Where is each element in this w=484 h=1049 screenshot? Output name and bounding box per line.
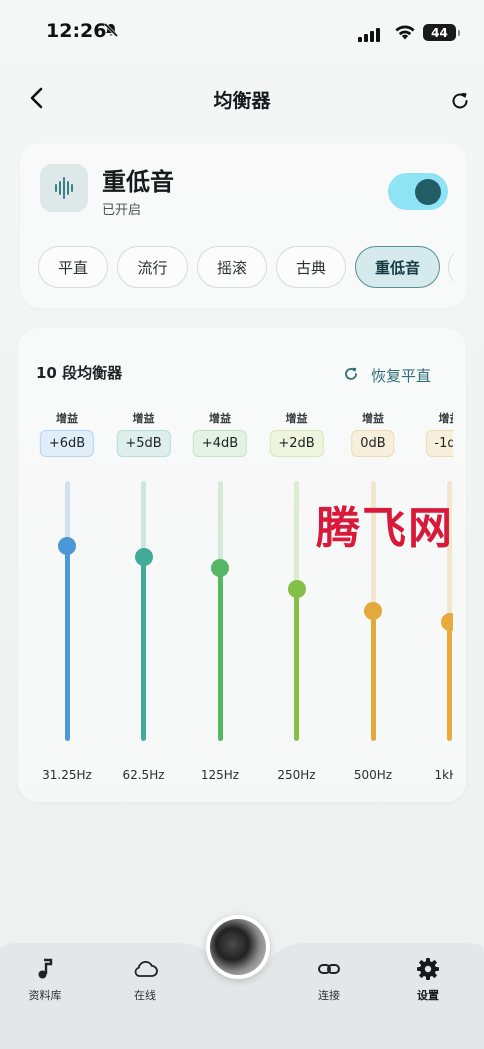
slider-track-inactive (217, 481, 223, 568)
slider-track-active (141, 556, 146, 741)
gain-label: 增益 (56, 412, 78, 425)
album-art (210, 919, 266, 975)
watermark: 腾飞网 (316, 503, 454, 554)
tab-library[interactable]: 资料库 (10, 957, 80, 1003)
preset-chip-label: 平直 (57, 258, 88, 277)
gain-label: 增益 (285, 412, 308, 425)
battery-indicator: 44 (423, 24, 460, 41)
preset-chip-label: 流行 (137, 258, 168, 277)
equalizer-toggle[interactable] (388, 173, 448, 210)
gain-label: 增益 (362, 412, 384, 425)
slider-track-active (294, 589, 299, 741)
now-playing-disc[interactable] (206, 915, 270, 979)
slider-track-active (370, 611, 376, 741)
eq-band-1kHz: 增益 -1dB 1kHz (415, 400, 454, 790)
music-note-icon (10, 957, 80, 981)
preset-chip-rock[interactable]: 摇滚 (197, 246, 267, 288)
preset-chip-classical[interactable]: 古典 (276, 246, 346, 288)
frequency-label: 31.25Hz (42, 768, 92, 782)
preset-chip-pop[interactable]: 流行 (117, 246, 188, 288)
slider-thumb[interactable] (440, 612, 453, 631)
restore-flat-label: 恢复平直 (371, 367, 432, 385)
preset-chip-row: 平直 流行 摇滚 古典 重低音 (38, 246, 454, 290)
slider-track-inactive (141, 481, 146, 557)
cellular-signal-icon (358, 27, 382, 46)
refresh-icon[interactable] (449, 90, 471, 116)
page-title: 均衡器 (213, 90, 271, 112)
equalizer-bands: 增益 +6dB 31.25Hz 增益 +5dB 62.5Hz 增益 +4dB 125Hz 增益 +2… (30, 400, 453, 800)
frequency-label: 250Hz (277, 768, 316, 782)
current-mode-status: 已开启 (102, 203, 142, 218)
link-icon (294, 957, 364, 981)
eq-band-250Hz: 增益 +2dB 250Hz (262, 400, 332, 790)
status-bar: 12:26 44 (0, 0, 484, 62)
wifi-icon (394, 24, 416, 44)
restore-icon (343, 366, 359, 386)
gain-label: 增益 (209, 412, 231, 425)
eq-band-500Hz: 增益 0dB 500Hz (338, 400, 408, 790)
gain-label: 增益 (438, 412, 454, 425)
waveform-icon (40, 164, 88, 212)
eq-band-31.25Hz: 增益 +6dB 31.25Hz (32, 400, 102, 790)
slider-thumb[interactable] (287, 580, 306, 599)
frequency-label: 62.5Hz (122, 768, 165, 782)
preset-chip-label: 摇滚 (216, 258, 247, 277)
preset-chip-bass[interactable]: 重低音 (355, 246, 440, 288)
slider-track-active (447, 621, 452, 741)
slider-track-active (217, 567, 223, 741)
gain-value-pill: 0dB (351, 430, 395, 457)
tab-connect[interactable]: 连接 (294, 957, 364, 1003)
frequency-label: 500Hz (353, 768, 393, 782)
gain-value-pill: +4dB (192, 430, 248, 457)
restore-flat-button[interactable]: 恢复平直 (343, 365, 431, 386)
preset-chip-label: 重低音 (374, 258, 420, 277)
tab-label: 连接 (318, 989, 340, 1002)
current-mode-name: 重低音 (102, 168, 174, 196)
gain-value-pill: +5dB (116, 430, 171, 457)
gain-value-pill: +6dB (39, 430, 95, 457)
gear-icon (393, 957, 463, 981)
frequency-label: 125Hz (200, 768, 240, 782)
slider-thumb[interactable] (211, 558, 229, 577)
tab-label: 在线 (134, 989, 156, 1002)
toggle-knob (415, 179, 441, 205)
slider-track-inactive (294, 481, 299, 590)
eq-band-62.5Hz: 增益 +5dB 62.5Hz (109, 400, 179, 790)
slider-thumb[interactable] (364, 602, 382, 620)
tab-label: 设置 (417, 989, 439, 1002)
preset-chip-label: 古典 (295, 258, 326, 277)
tab-online[interactable]: 在线 (110, 957, 180, 1003)
gain-value-pill: +2dB (269, 430, 324, 457)
tab-label: 资料库 (28, 989, 62, 1002)
status-time: 12:26 (46, 20, 107, 42)
preset-chip-more[interactable] (448, 246, 454, 288)
eq-band-125Hz: 增益 +4dB 125Hz (185, 400, 255, 790)
slider-track-active (64, 546, 70, 741)
nav-bar: 均衡器 (0, 75, 484, 123)
preset-chip-flat[interactable]: 平直 (38, 246, 108, 288)
equalizer-title: 10 段均衡器 (36, 364, 123, 382)
bell-muted-icon (103, 22, 119, 42)
frequency-label: 1kHz (434, 768, 453, 782)
cloud-icon (110, 957, 180, 981)
gain-label: 增益 (132, 412, 155, 425)
gain-value-pill: -1dB (425, 430, 453, 457)
slider-thumb[interactable] (134, 547, 153, 566)
tab-settings[interactable]: 设置 (393, 957, 463, 1003)
slider-thumb[interactable] (58, 537, 76, 555)
